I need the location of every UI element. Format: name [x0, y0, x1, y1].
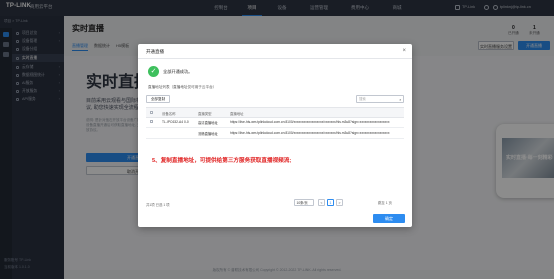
device-name: TL-IPC632-A4 0-0	[162, 119, 189, 124]
tutorial-annotation: 5、复制直播地址，可提供给第三方服务获取直播视频流;	[152, 158, 292, 164]
column-device-name: 设备名称	[162, 111, 176, 116]
page-size-select[interactable]: 10条/页	[294, 199, 314, 206]
page-1-button[interactable]: 1	[327, 199, 334, 206]
close-icon[interactable]: ×	[402, 47, 406, 55]
row-checkbox[interactable]	[150, 120, 153, 123]
live-address[interactable]: https://live-hls-wm.tplinkcloud.com.cn:8…	[230, 131, 400, 135]
prev-page-button[interactable]: <	[318, 199, 325, 206]
address-list-label: 直播地址列表（直播地址仅可用于云平台）	[148, 85, 217, 89]
check-circle-icon: ✓	[148, 66, 159, 77]
goto-page-input[interactable]: 跳至 1 页	[378, 200, 392, 205]
selection-summary: 共1项 已选 1 项	[146, 203, 170, 207]
confirm-button[interactable]: 确定	[373, 214, 405, 223]
copy-all-button[interactable]: 全部复制	[146, 95, 170, 103]
live-type: 流畅直播地址	[198, 131, 218, 136]
search-icon: ⌕	[399, 97, 402, 102]
column-live-address: 直播地址	[230, 111, 244, 116]
live-address[interactable]: https://live-hls-wm.tplinkcloud.com.cn:8…	[230, 120, 400, 124]
open-live-dialog: 开通直播 × ✓ 全部开通成功。 直播地址列表（直播地址仅可用于云平台） 全部复…	[138, 44, 412, 227]
dialog-title: 开通直播	[146, 49, 164, 54]
next-page-button[interactable]: >	[336, 199, 343, 206]
search-input[interactable]: 搜索 ⌕	[356, 95, 404, 103]
live-type: 高清直播地址	[198, 120, 218, 125]
select-all-checkbox[interactable]	[150, 111, 153, 114]
table-row: 流畅直播地址 https://live-hls-wm.tplinkcloud.c…	[146, 127, 404, 139]
column-live-type: 直播类型	[198, 111, 212, 116]
success-message: 全部开通成功。	[163, 69, 193, 74]
dialog-divider	[138, 58, 412, 59]
